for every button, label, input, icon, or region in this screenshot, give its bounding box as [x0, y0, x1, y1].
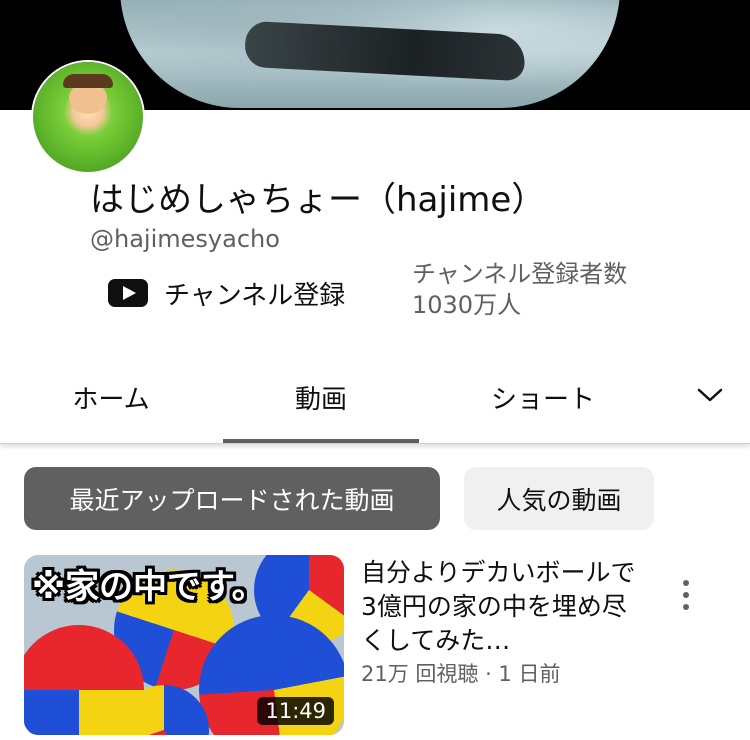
- filter-chip-popular[interactable]: 人気の動画: [464, 467, 654, 530]
- video-meta: 21万 回視聴 · 1 日前: [361, 662, 561, 686]
- subscriber-label: チャンネル登録者数: [412, 260, 628, 288]
- tab-shorts[interactable]: ショート: [445, 355, 641, 439]
- subscribe-label: チャンネル登録: [164, 280, 346, 311]
- channel-name: はじめしゃちょー（hajime）: [90, 180, 546, 220]
- thumbnail-caption: ※家の中です。: [32, 567, 266, 607]
- filter-chip-recent[interactable]: 最近アップロードされた動画: [24, 467, 440, 530]
- tabs-more-button[interactable]: [692, 377, 728, 413]
- channel-avatar[interactable]: [33, 62, 143, 172]
- more-vertical-icon: [683, 604, 689, 610]
- video-duration: 11:49: [257, 697, 334, 725]
- tab-videos[interactable]: 動画: [223, 355, 419, 443]
- youtube-play-icon: [108, 279, 148, 307]
- video-title[interactable]: 自分よりデカいボールで3億円の家の中を埋め尽くしてみた…: [361, 556, 651, 658]
- channel-handle: @hajimesyacho: [90, 225, 280, 253]
- channel-tabs: ホーム 動画 ショート: [0, 355, 750, 444]
- chevron-down-icon: [697, 388, 723, 402]
- video-menu-button[interactable]: [670, 575, 702, 615]
- video-thumbnail[interactable]: ※家の中です。 11:49: [24, 555, 344, 735]
- more-vertical-icon: [683, 592, 689, 598]
- more-vertical-icon: [683, 580, 689, 586]
- subscriber-count: 1030万人: [412, 291, 522, 319]
- subscribe-button[interactable]: チャンネル登録: [108, 270, 345, 316]
- tab-home[interactable]: ホーム: [13, 355, 209, 439]
- subscriber-info: チャンネル登録者数 1030万人: [412, 259, 627, 321]
